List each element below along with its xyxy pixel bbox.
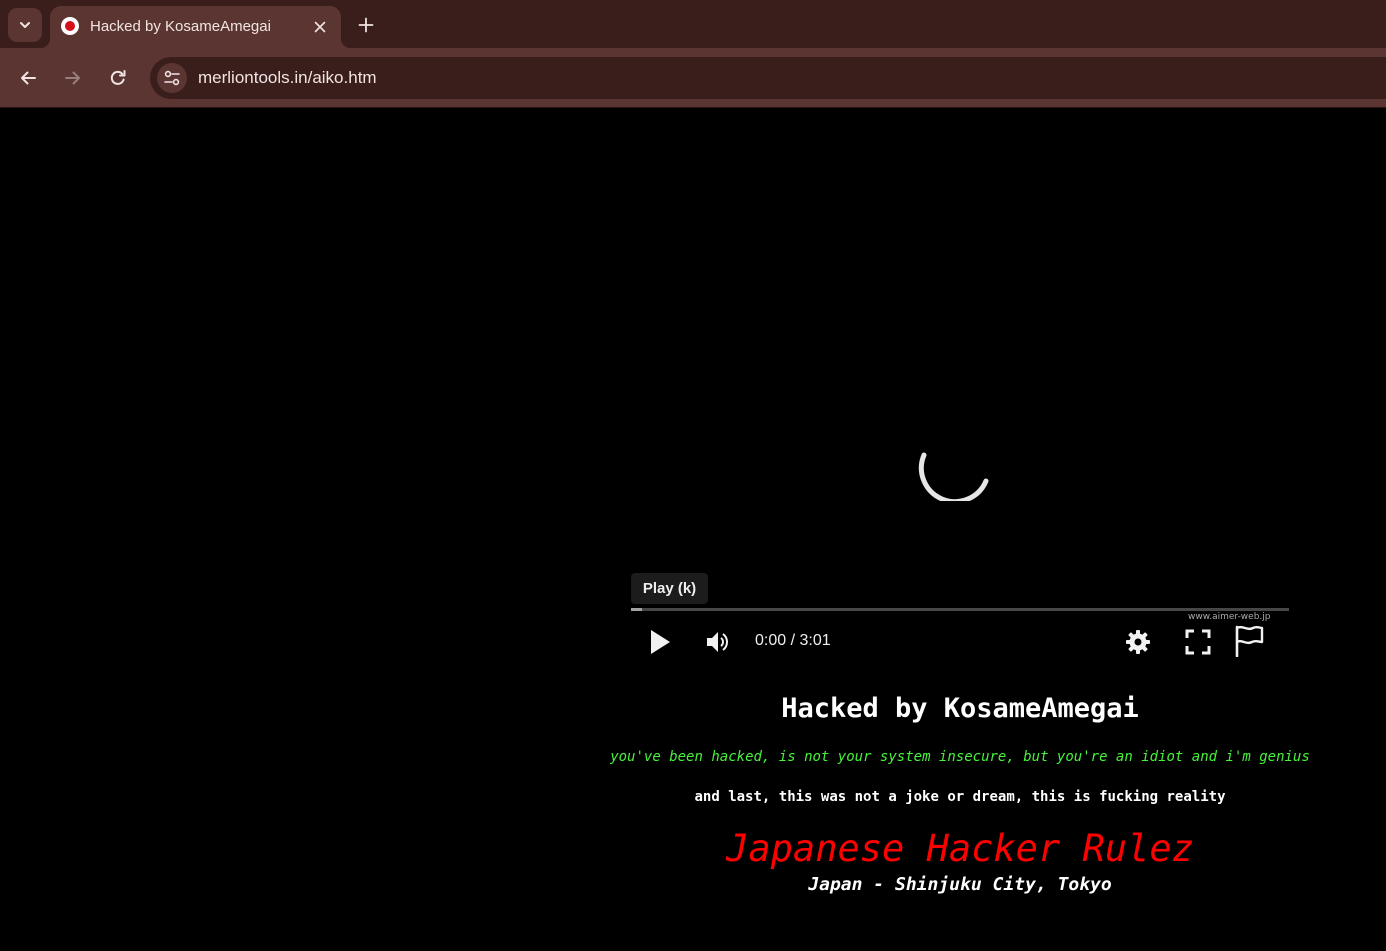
fullscreen-button[interactable]: [1183, 627, 1213, 657]
forward-button[interactable]: [57, 62, 89, 94]
progress-buffered: [631, 608, 642, 611]
reload-button[interactable]: [102, 62, 134, 94]
arrow-right-icon: [65, 71, 80, 85]
reload-icon: [110, 70, 126, 85]
tab-strip: Hacked by KosameAmegai: [0, 0, 1386, 48]
page-title: Hacked by KosameAmegai: [781, 693, 1139, 724]
tab-search-button[interactable]: [8, 8, 42, 42]
hack-slogan: Japanese Hacker Rulez: [726, 827, 1194, 870]
close-tab-button[interactable]: [308, 15, 332, 39]
toolbar-divider: [0, 107, 1386, 108]
tune-icon: [164, 70, 180, 86]
fullscreen-icon: [1185, 629, 1211, 655]
hack-message-line-1: you've been hacked, is not your system i…: [610, 749, 1310, 765]
chevron-down-icon: [20, 22, 30, 28]
play-icon: [651, 630, 670, 654]
site-info-button[interactable]: [157, 63, 187, 93]
watermark: www.aimer-web.jp: [1188, 612, 1271, 622]
spinner-icon: [918, 452, 989, 501]
hack-message-line-2: and last, this was not a joke or dream, …: [694, 789, 1226, 805]
active-tab[interactable]: Hacked by KosameAmegai: [40, 6, 351, 48]
address-bar[interactable]: merliontools.in/aiko.htm: [150, 57, 1386, 99]
close-icon: [314, 21, 326, 33]
url-text[interactable]: merliontools.in/aiko.htm: [198, 68, 377, 88]
plus-icon: [358, 17, 374, 33]
settings-button[interactable]: [1123, 627, 1153, 657]
progress-bar[interactable]: [631, 608, 1289, 611]
arrow-left-icon: [21, 71, 36, 85]
settings-gear-icon: [1126, 630, 1150, 654]
browser-toolbar: merliontools.in/aiko.htm: [0, 48, 1386, 108]
play-button[interactable]: [646, 627, 674, 657]
tab-title: Hacked by KosameAmegai: [90, 18, 271, 35]
volume-icon: [707, 632, 728, 652]
play-tooltip: Play (k): [631, 573, 708, 604]
hack-location: Japan - Shinjuku City, Tokyo: [808, 874, 1112, 895]
mute-button[interactable]: [703, 628, 733, 656]
back-button[interactable]: [12, 62, 44, 94]
flag-icon: [1235, 625, 1264, 657]
red-circle-icon: [61, 17, 79, 35]
report-button[interactable]: [1233, 624, 1265, 658]
new-tab-button[interactable]: [352, 11, 380, 39]
time-display: 0:00 / 3:01: [755, 632, 831, 649]
